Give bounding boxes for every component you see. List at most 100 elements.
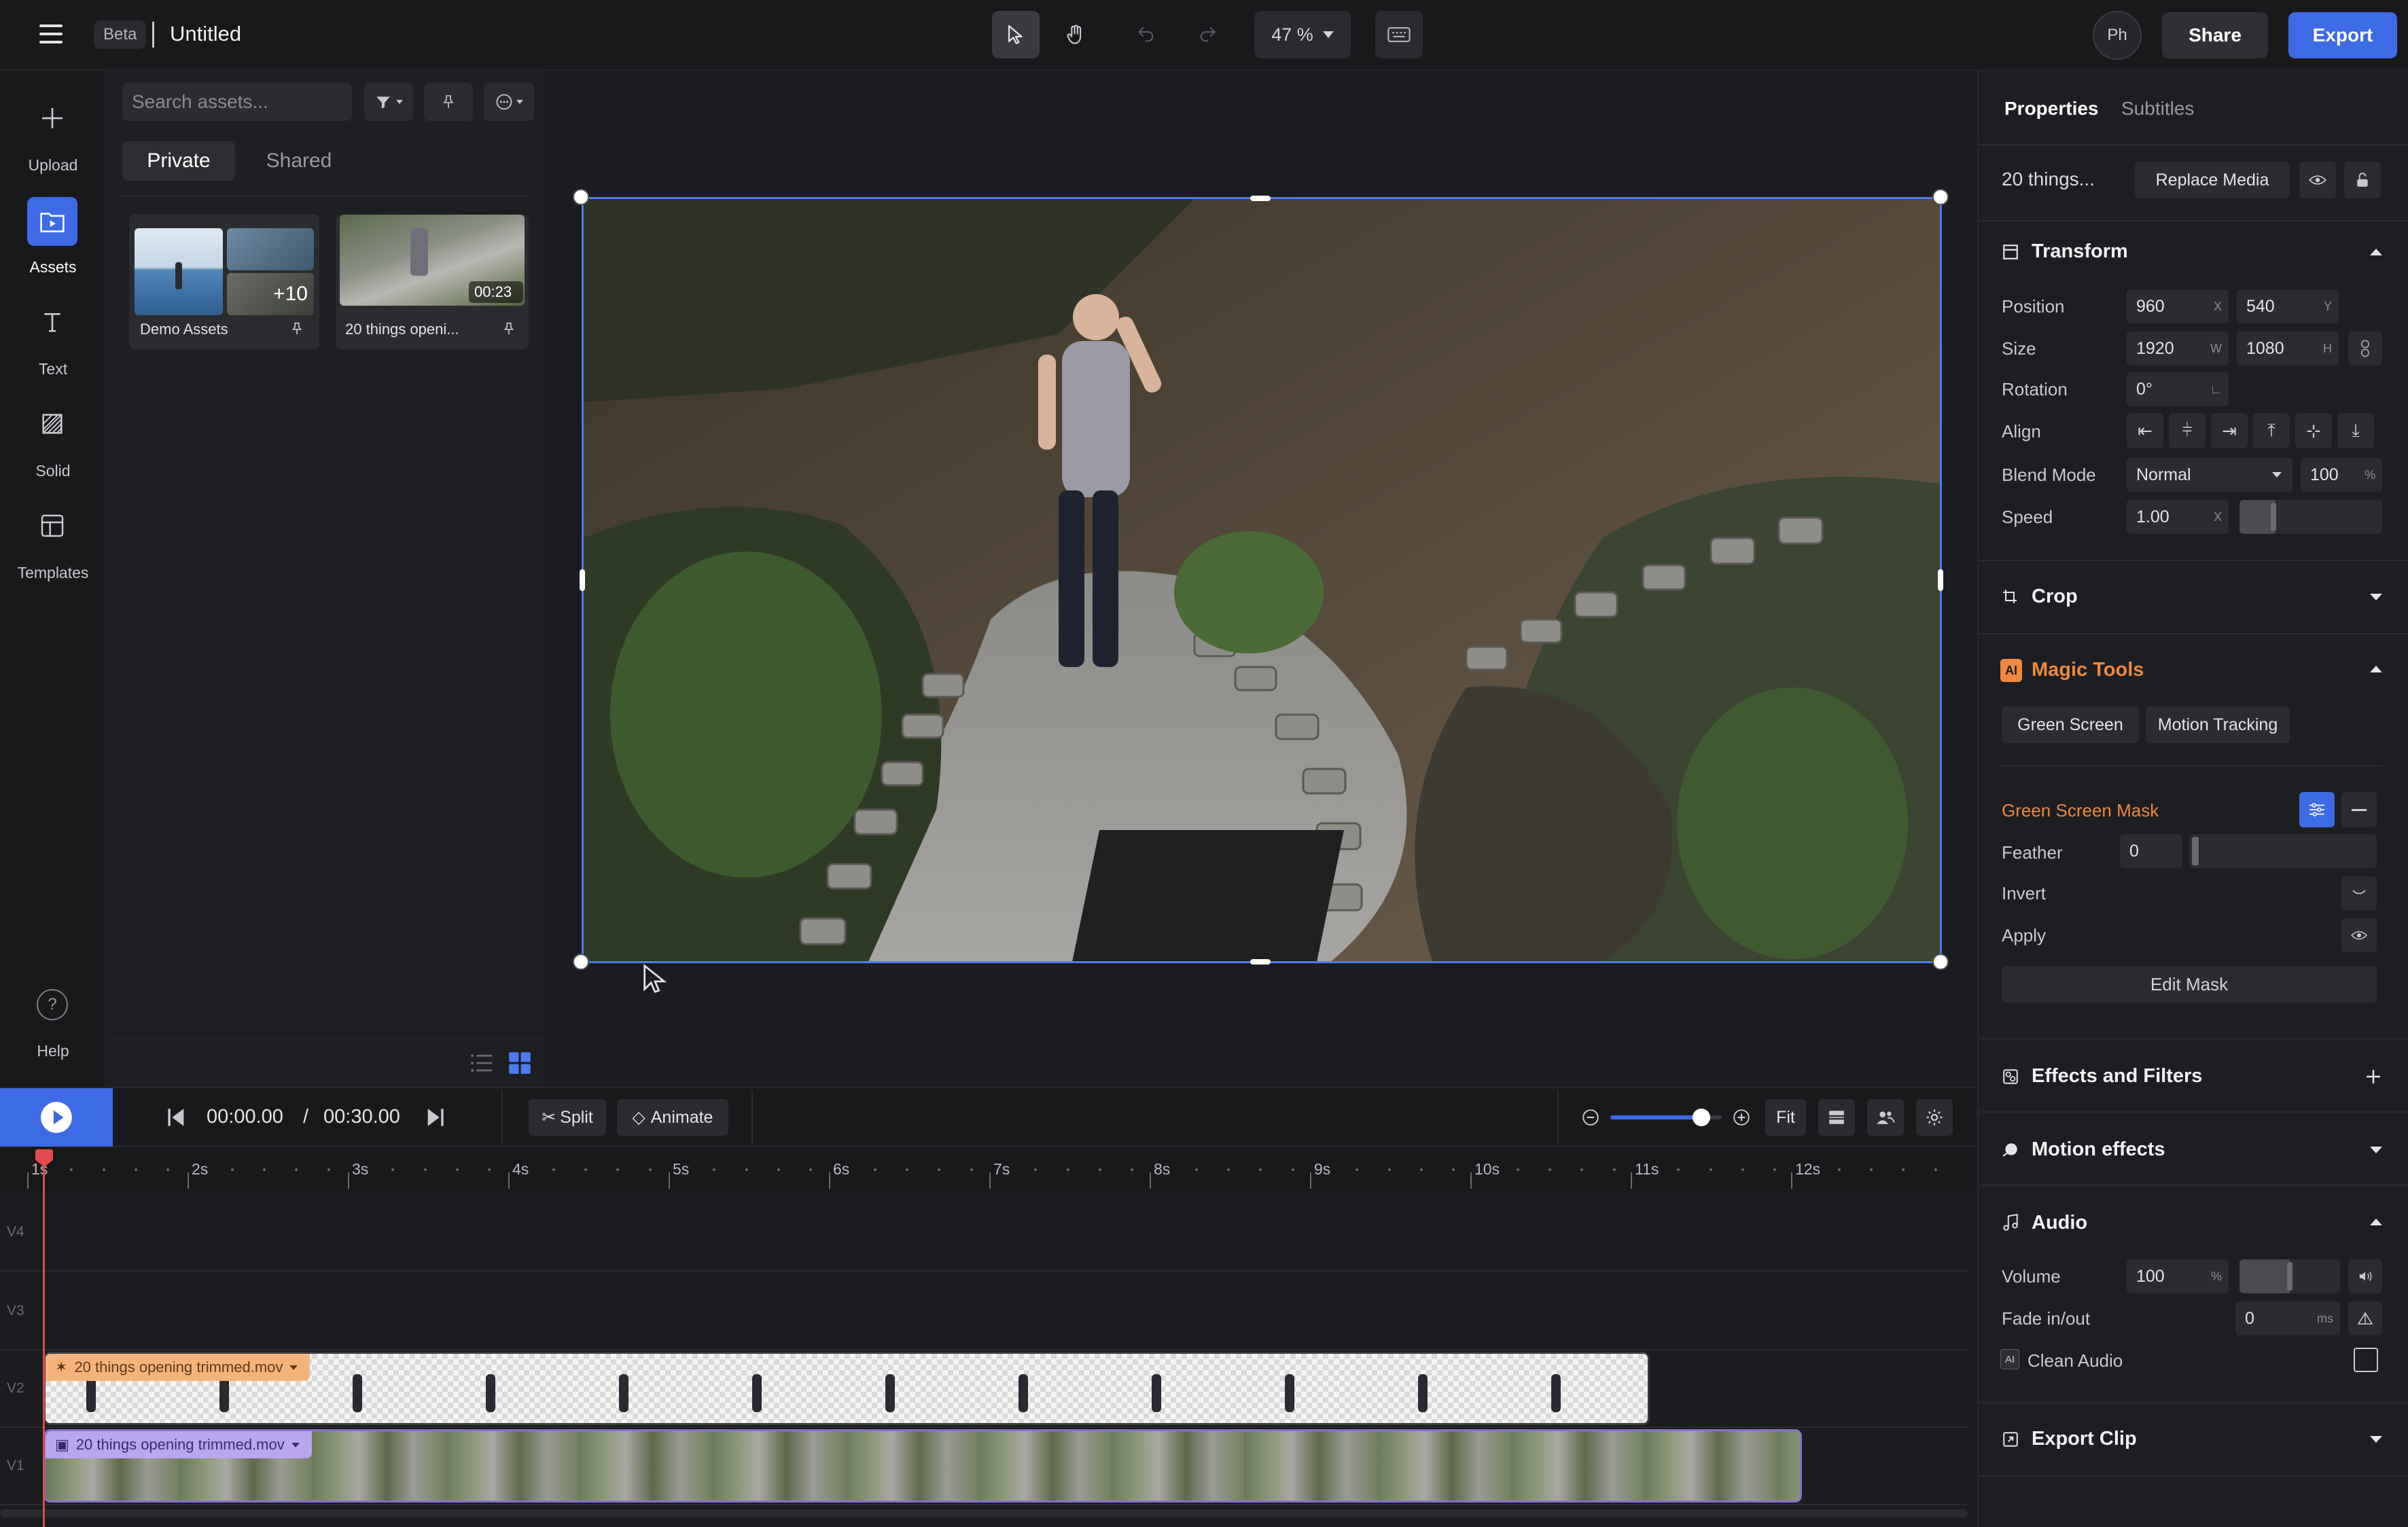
play-button[interactable] xyxy=(0,1088,113,1147)
resize-handle-bottom-left[interactable] xyxy=(573,954,589,970)
position-x-input[interactable]: 960 X xyxy=(2127,289,2229,323)
link-ratio-button[interactable] xyxy=(2348,331,2382,365)
clip-v1-tag[interactable]: ▣ 20 things opening trimmed.mov xyxy=(46,1431,312,1458)
skip-forward-icon[interactable] xyxy=(425,1106,446,1129)
resize-handle-bottom-right[interactable] xyxy=(1932,954,1949,970)
speed-slider-thumb[interactable] xyxy=(2271,503,2276,531)
speed-input[interactable]: 1.00 X xyxy=(2127,500,2229,534)
effects-section-title[interactable]: Effects and Filters xyxy=(2032,1065,2202,1088)
pin-filter-button[interactable] xyxy=(424,83,473,121)
feather-slider[interactable] xyxy=(2189,834,2377,868)
redo-button[interactable] xyxy=(1184,11,1231,58)
animate-button[interactable]: ◇ Animate xyxy=(617,1099,728,1136)
resize-handle-top-left[interactable] xyxy=(573,189,589,205)
resize-handle-left[interactable] xyxy=(580,569,585,591)
clip-v2-tag[interactable]: ✶ 20 things opening trimmed.mov xyxy=(46,1354,311,1381)
align-top-icon[interactable]: ⤒ xyxy=(2253,413,2290,448)
text-button[interactable] xyxy=(27,298,77,346)
people-button[interactable] xyxy=(1867,1099,1904,1136)
zoom-in-icon[interactable] xyxy=(1733,1109,1750,1126)
tab-subtitles[interactable]: Subtitles xyxy=(2121,98,2194,120)
profile-avatar[interactable]: Ph xyxy=(2093,11,2142,60)
transform-section-title[interactable]: Transform xyxy=(2032,240,2128,263)
mask-settings-button[interactable] xyxy=(2299,792,2335,827)
chevron-up-icon[interactable] xyxy=(2370,249,2382,255)
chevron-down-icon[interactable] xyxy=(291,1442,300,1448)
volume-slider-thumb[interactable] xyxy=(2287,1262,2292,1291)
resize-handle-top[interactable] xyxy=(1250,196,1271,201)
magic-tools-title[interactable]: Magic Tools xyxy=(2032,659,2144,681)
fade-input[interactable]: 0 ms xyxy=(2235,1301,2340,1335)
remove-mask-button[interactable] xyxy=(2341,792,2377,827)
tab-shared[interactable]: Shared xyxy=(245,141,353,181)
more-options-button[interactable] xyxy=(484,83,534,121)
assets-button[interactable] xyxy=(27,197,77,246)
undo-button[interactable] xyxy=(1122,11,1170,58)
skip-back-icon[interactable] xyxy=(166,1106,186,1129)
fit-button[interactable]: Fit xyxy=(1765,1099,1806,1136)
keyboard-shortcuts-button[interactable] xyxy=(1375,11,1423,58)
solid-button[interactable] xyxy=(27,399,77,448)
visibility-button[interactable] xyxy=(2299,162,2336,198)
upload-button[interactable] xyxy=(27,94,77,143)
chevron-up-icon[interactable] xyxy=(2370,1219,2382,1225)
position-y-input[interactable]: 540 Y xyxy=(2237,289,2339,323)
grid-view-icon[interactable] xyxy=(507,1050,533,1076)
fade-curve-button[interactable] xyxy=(2348,1301,2382,1335)
tab-private[interactable]: Private xyxy=(122,141,235,181)
templates-button[interactable] xyxy=(27,501,77,550)
width-input[interactable]: 1920 W xyxy=(2127,331,2229,365)
pin-icon[interactable] xyxy=(501,321,516,337)
asset-card-video[interactable]: 00:23 20 things openi... xyxy=(336,215,529,349)
resize-handle-bottom[interactable] xyxy=(1250,959,1271,965)
pin-icon[interactable] xyxy=(289,321,304,337)
align-center-h-icon[interactable]: ⫩ xyxy=(2169,413,2206,448)
chevron-down-icon[interactable] xyxy=(2370,1147,2382,1153)
playhead[interactable] xyxy=(43,1149,45,1527)
lock-button[interactable] xyxy=(2344,162,2381,198)
invert-toggle[interactable] xyxy=(2341,876,2377,910)
zoom-out-icon[interactable] xyxy=(1582,1109,1599,1126)
list-view-icon[interactable] xyxy=(469,1052,495,1075)
timeline-ruler[interactable]: 1s 2s 3s 4s 5s 6s 7s 8s 9s 10s 11s 12s xyxy=(0,1148,1976,1193)
replace-media-button[interactable]: Replace Media xyxy=(2135,162,2290,198)
motion-tracking-button[interactable]: Motion Tracking xyxy=(2146,706,2290,743)
volume-input[interactable]: 100% xyxy=(2127,1259,2229,1293)
edit-mask-button[interactable]: Edit Mask xyxy=(2002,966,2377,1003)
track-v3[interactable] xyxy=(0,1273,1968,1350)
align-left-icon[interactable]: ⇤ xyxy=(2127,413,2163,448)
feather-input[interactable]: 0 xyxy=(2120,834,2182,868)
clip-v1[interactable]: ▣ 20 things opening trimmed.mov xyxy=(43,1429,1802,1503)
chevron-down-icon[interactable] xyxy=(2370,1436,2382,1443)
search-input[interactable]: Search assets... xyxy=(122,83,352,121)
opacity-input[interactable]: 100% xyxy=(2301,458,2382,492)
green-screen-button[interactable]: Green Screen xyxy=(2002,706,2139,743)
split-button[interactable]: ✂ Split xyxy=(529,1099,606,1136)
volume-slider[interactable] xyxy=(2239,1259,2340,1293)
mute-button[interactable] xyxy=(2348,1259,2382,1293)
snap-button[interactable] xyxy=(1818,1099,1855,1136)
motion-effects-title[interactable]: Motion effects xyxy=(2032,1138,2165,1161)
zoom-dropdown[interactable]: 47 % xyxy=(1254,11,1351,58)
audio-section-title[interactable]: Audio xyxy=(2032,1212,2087,1234)
chevron-down-icon[interactable] xyxy=(2370,594,2382,600)
speed-slider[interactable] xyxy=(2239,500,2382,534)
chevron-down-icon[interactable] xyxy=(289,1365,298,1370)
help-icon[interactable]: ? xyxy=(37,989,68,1020)
plus-icon[interactable] xyxy=(2363,1066,2384,1087)
hand-tool-button[interactable] xyxy=(1052,11,1099,58)
blend-mode-select[interactable]: Normal xyxy=(2127,458,2292,492)
export-clip-title[interactable]: Export Clip xyxy=(2032,1428,2137,1450)
resize-handle-top-right[interactable] xyxy=(1932,189,1949,205)
align-right-icon[interactable]: ⇥ xyxy=(2211,413,2248,448)
align-middle-v-icon[interactable]: ⊹ xyxy=(2295,413,2332,448)
resize-handle-right[interactable] xyxy=(1938,569,1943,591)
clip-v2[interactable]: ✶ 20 things opening trimmed.mov xyxy=(43,1352,1650,1425)
timeline-zoom-slider[interactable] xyxy=(1610,1109,1722,1126)
clean-audio-checkbox[interactable] xyxy=(2354,1348,2378,1372)
asset-card-demo[interactable]: +10 Demo Assets xyxy=(129,215,319,349)
rotation-input[interactable]: 0° ∟ xyxy=(2127,372,2229,406)
timeline-scrollbar[interactable] xyxy=(0,1509,1968,1517)
document-title[interactable]: Untitled xyxy=(170,22,241,46)
track-v4[interactable] xyxy=(0,1194,1968,1272)
